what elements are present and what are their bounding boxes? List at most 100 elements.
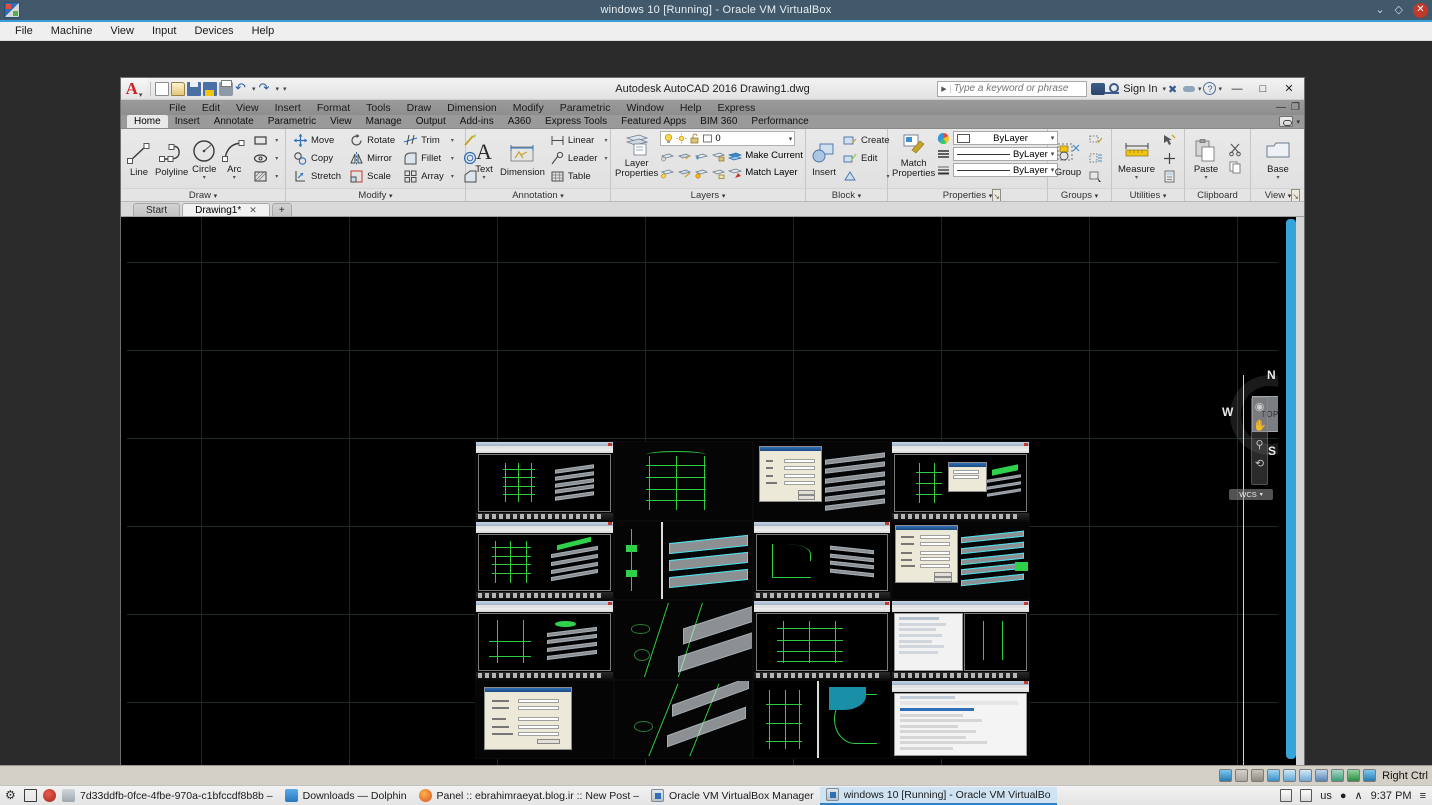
tab-annotate[interactable]: Annotate xyxy=(207,115,261,128)
draw-circle-button[interactable]: Circle ▾ xyxy=(190,136,218,181)
clock[interactable]: 9:37 PM xyxy=(1371,790,1412,802)
ungroup-button[interactable] xyxy=(1086,132,1107,149)
close-button[interactable]: ✕ xyxy=(1276,82,1302,95)
view-dialog-launcher[interactable]: ↘ xyxy=(1291,189,1300,201)
close-icon[interactable]: ✕ xyxy=(249,205,257,216)
color-wheel-icon[interactable] xyxy=(937,132,950,145)
linetype-icon[interactable] xyxy=(937,148,950,161)
match-properties-button[interactable]: Match Properties xyxy=(892,130,935,178)
modify-copy-button[interactable]: Copy xyxy=(290,150,344,167)
navigation-bar[interactable]: ◉ ✋ ⚲ ⟲ xyxy=(1251,397,1268,485)
menu-devices[interactable]: Devices xyxy=(185,23,242,39)
acad-menu-modify[interactable]: Modify xyxy=(505,102,552,114)
color-swatch-icon[interactable] xyxy=(702,133,713,144)
modify-fillet-button[interactable]: Fillet ▾ xyxy=(400,150,457,167)
modify-trim-button[interactable]: Trim ▾ xyxy=(400,132,457,149)
property-linetype-row[interactable]: ByLayer ▾ xyxy=(937,147,1059,161)
tab-insert[interactable]: Insert xyxy=(168,115,207,128)
ribbon-minimize-icon[interactable] xyxy=(1279,116,1294,127)
acad-menu-view[interactable]: View xyxy=(228,102,267,114)
viewcube-north-label[interactable]: N xyxy=(1267,368,1276,382)
layer-isolate-icon[interactable] xyxy=(677,148,692,163)
draw-ellipse-chevron-icon[interactable]: ▾ xyxy=(271,155,278,162)
restore-icon[interactable]: ◇ xyxy=(1395,4,1403,16)
ucs-chevron-icon[interactable]: ▾ xyxy=(1260,491,1263,498)
floppy-icon[interactable] xyxy=(1251,769,1265,782)
annotation-table-button[interactable]: Table xyxy=(547,168,611,185)
tray-expand-icon[interactable]: ∧ xyxy=(1355,789,1363,802)
modify-scale-button[interactable]: Scale xyxy=(346,168,398,185)
calculator-button[interactable] xyxy=(1159,168,1180,185)
taskbar-item-virtualbox-folder[interactable]: 7d33ddfb-0fce-4fbe-970a-c1bfccdf8b8b – xyxy=(56,787,279,805)
document-restore-icon[interactable]: ❐ xyxy=(1291,102,1300,113)
panel-draw-chevron-icon[interactable]: ▾ xyxy=(214,193,218,200)
doctab-drawing1[interactable]: Drawing1* ✕ xyxy=(182,203,270,216)
draw-hatch-button[interactable]: ▾ xyxy=(250,168,281,185)
property-color-row[interactable]: ByLayer ▾ xyxy=(937,131,1059,145)
autocad-window-controls[interactable]: — □ ✕ xyxy=(1224,82,1302,96)
tab-home[interactable]: Home xyxy=(127,115,168,128)
draw-rectangle-chevron-icon[interactable]: ▾ xyxy=(271,137,278,144)
panel-utilities-chevron-icon[interactable]: ▾ xyxy=(1163,193,1167,200)
layer-lock-icon[interactable] xyxy=(711,148,726,163)
quick-select-button[interactable] xyxy=(1159,132,1180,149)
panel-layers-chevron-icon[interactable]: ▾ xyxy=(722,193,726,200)
virtualbox-window-controls[interactable]: ⌄ ◇ ✕ xyxy=(1375,0,1428,20)
sign-in-chevron-icon[interactable]: ▾ xyxy=(1162,85,1166,93)
viewcube-south-label[interactable]: S xyxy=(1268,444,1276,458)
audio-icon[interactable] xyxy=(1267,769,1281,782)
redo-icon[interactable] xyxy=(259,80,273,96)
annotation-text-chevron-icon[interactable]: ▾ xyxy=(482,175,485,181)
draw-line-button[interactable]: Line xyxy=(125,139,153,178)
menu-icon[interactable]: ≡ xyxy=(1420,790,1426,802)
plot-icon[interactable] xyxy=(219,79,233,96)
tab-view[interactable]: View xyxy=(323,115,359,128)
zoom-icon[interactable]: ⚲ xyxy=(1253,439,1266,452)
match-layer-icon[interactable] xyxy=(728,165,743,180)
modify-trim-chevron-icon[interactable]: ▾ xyxy=(447,137,454,144)
autodesk360-icon[interactable] xyxy=(1182,83,1196,95)
menu-machine[interactable]: Machine xyxy=(42,23,102,39)
undo-chevron-icon[interactable]: ▾ xyxy=(252,85,256,93)
menu-file[interactable]: File xyxy=(6,23,42,39)
annotation-leader-button[interactable]: Leader ▾ xyxy=(547,150,611,167)
measure-button[interactable]: Measure ▾ xyxy=(1116,136,1157,181)
minimize-button[interactable]: — xyxy=(1224,83,1250,95)
modify-move-button[interactable]: Move xyxy=(290,132,344,149)
draw-circle-chevron-icon[interactable]: ▾ xyxy=(203,175,206,181)
group-edit-button[interactable] xyxy=(1086,150,1107,167)
infocenter-icon[interactable] xyxy=(1091,82,1106,95)
qat-customize-icon[interactable]: ▾ xyxy=(283,85,287,93)
cut-button[interactable] xyxy=(1225,141,1246,158)
help-chevron-icon[interactable]: ▾ xyxy=(1218,85,1222,93)
modify-mirror-button[interactable]: Mirror xyxy=(346,150,398,167)
autocad-menubar[interactable]: File Edit View Insert Format Tools Draw … xyxy=(121,100,1304,115)
network-icon[interactable]: ● xyxy=(1340,790,1347,802)
open-icon[interactable] xyxy=(171,81,185,96)
unlock-icon[interactable] xyxy=(689,133,700,144)
base-view-chevron-icon[interactable]: ▾ xyxy=(1276,175,1279,181)
draw-ellipse-button[interactable]: ▾ xyxy=(250,150,281,167)
search-box[interactable]: ▶ xyxy=(937,80,1088,97)
lineweight-icon[interactable] xyxy=(937,164,950,177)
tab-bim360[interactable]: BIM 360 xyxy=(693,115,744,128)
make-current-label[interactable]: Make Current xyxy=(745,150,803,161)
annotation-text-button[interactable]: A Text ▾ xyxy=(470,136,498,181)
network-icon[interactable] xyxy=(1283,769,1297,782)
close-icon[interactable]: ✕ xyxy=(1413,2,1428,18)
layer-thaw-icon[interactable] xyxy=(694,165,709,180)
maximize-button[interactable]: □ xyxy=(1250,83,1276,95)
menu-input[interactable]: Input xyxy=(143,23,185,39)
panel-block-chevron-icon[interactable]: ▾ xyxy=(858,193,862,200)
draw-rectangle-button[interactable]: ▾ xyxy=(250,132,281,149)
draw-arc-chevron-icon[interactable]: ▾ xyxy=(233,175,236,181)
steering-wheel-icon[interactable]: ◉ xyxy=(1253,401,1266,414)
match-layer-label[interactable]: Match Layer xyxy=(745,167,797,178)
base-view-button[interactable]: Base ▾ xyxy=(1255,136,1301,181)
doctab-start[interactable]: Start xyxy=(133,203,181,216)
virtualbox-menubar[interactable]: File Machine View Input Devices Help xyxy=(0,22,1432,41)
paste-chevron-icon[interactable]: ▾ xyxy=(1204,175,1207,181)
redo-chevron-icon[interactable]: ▾ xyxy=(276,85,280,93)
tab-manage[interactable]: Manage xyxy=(359,115,409,128)
ucs-selector[interactable]: WCS ▾ xyxy=(1229,489,1273,500)
